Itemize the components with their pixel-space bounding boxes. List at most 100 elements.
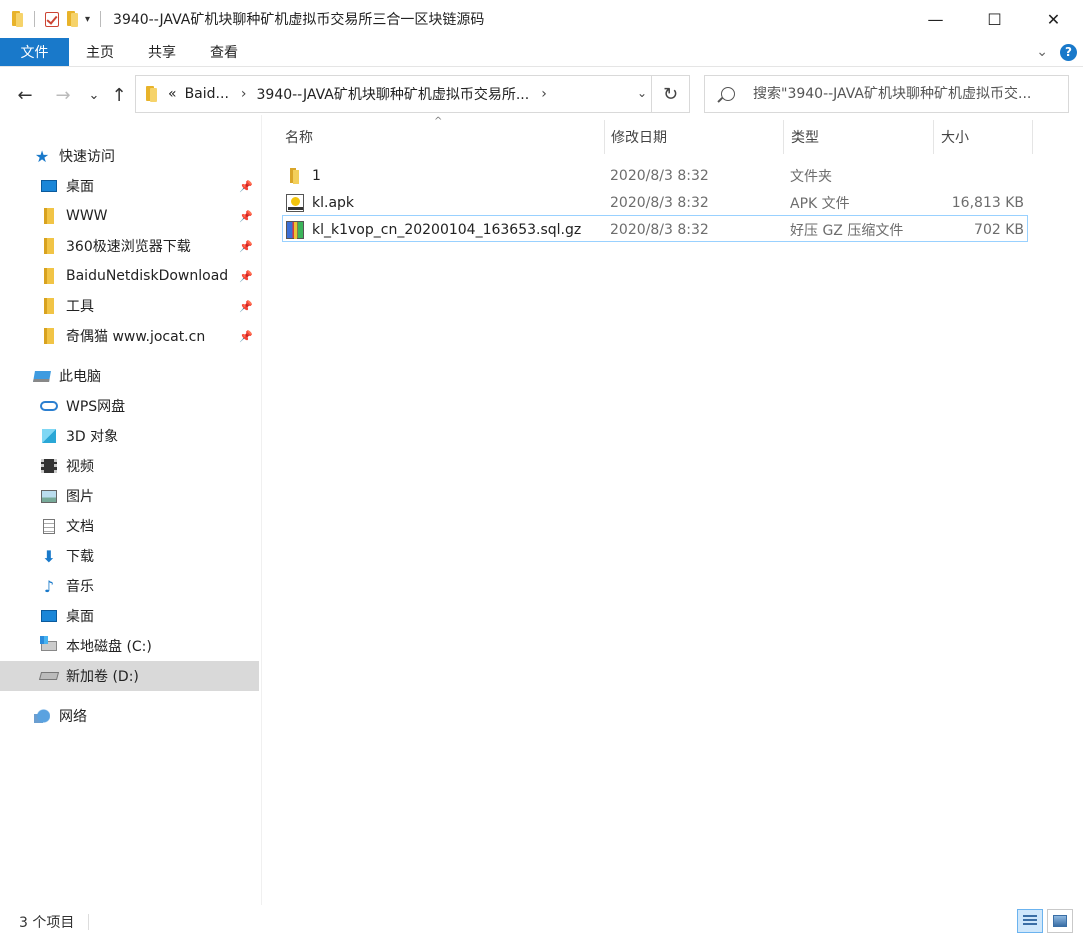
pin-icon: 📌 <box>239 299 253 313</box>
customize-toolbar-icon[interactable]: ▾ <box>85 14 90 25</box>
file-modified: 2020/8/3 8:32 <box>610 194 709 211</box>
window-controls: — ☐ ✕ <box>906 0 1083 38</box>
column-header-type[interactable]: 类型 <box>791 120 931 154</box>
nav-item-baidu-netdisk[interactable]: BaiduNetdiskDownload 📌 <box>0 261 259 291</box>
nav-item-360-downloads[interactable]: 360极速浏览器下载 📌 <box>0 231 259 261</box>
desktop-icon <box>41 610 57 622</box>
nav-item-desktop-pc[interactable]: 桌面 <box>0 601 259 631</box>
breadcrumb-separator-icon[interactable]: › <box>541 86 547 102</box>
address-overflow[interactable]: « <box>168 86 177 102</box>
expand-ribbon-icon[interactable]: ⌄ <box>1036 44 1048 60</box>
drive-icon <box>38 672 60 680</box>
nav-item-pictures[interactable]: 图片 <box>0 481 259 511</box>
column-divider[interactable] <box>933 120 934 154</box>
file-name-cell: kl_k1vop_cn_20200104_163653.sql.gz <box>286 216 606 243</box>
cube-icon <box>42 429 56 443</box>
maximize-button[interactable]: ☐ <box>965 0 1024 38</box>
column-header-size[interactable]: 大小 <box>941 120 1031 154</box>
ribbon-right: ⌄ ? <box>1036 38 1083 66</box>
folder-icon <box>44 208 54 224</box>
up-button[interactable]: ↑ <box>108 83 130 107</box>
breadcrumb-separator-icon[interactable]: › <box>241 86 247 102</box>
divider <box>100 11 102 27</box>
search-icon <box>721 87 735 101</box>
navigation-bar: ← → ⌄ ↑ « Baid... › 3940--JAVA矿机块聊种矿机虚拟币… <box>0 75 1083 115</box>
music-note-icon: ♪ <box>43 576 55 596</box>
folder-icon <box>44 238 54 254</box>
column-divider[interactable] <box>604 120 605 154</box>
nav-item-tools[interactable]: 工具 📌 <box>0 291 259 321</box>
folder-icon[interactable] <box>10 11 24 27</box>
folder-icon <box>44 268 54 284</box>
tab-view[interactable]: 查看 <box>193 38 255 66</box>
details-view-button[interactable] <box>1017 909 1043 933</box>
file-type: 好压 GZ 压缩文件 <box>790 222 904 239</box>
file-row[interactable]: kl.apk 2020/8/3 8:32 APK 文件 16,813 KB <box>282 189 1028 216</box>
file-row-selected[interactable]: kl_k1vop_cn_20200104_163653.sql.gz 2020/… <box>282 215 1028 242</box>
file-row[interactable]: 1 2020/8/3 8:32 文件夹 <box>282 162 1028 189</box>
breadcrumb-baidu[interactable]: Baid... <box>185 86 229 102</box>
archive-file-icon <box>286 220 304 239</box>
pin-icon: 📌 <box>239 179 253 193</box>
nav-item-drive-c[interactable]: 本地磁盘 (C:) <box>0 631 259 661</box>
file-size: 16,813 KB <box>951 194 1024 211</box>
nav-item-drive-d[interactable]: 新加卷 (D:) <box>0 661 259 691</box>
minimize-button[interactable]: — <box>906 0 965 38</box>
new-folder-icon[interactable] <box>65 11 79 27</box>
network-icon <box>34 709 50 723</box>
column-header-modified[interactable]: 修改日期 <box>611 120 781 154</box>
nav-quick-access[interactable]: ★ 快速访问 <box>0 141 259 171</box>
nav-this-pc[interactable]: 此电脑 <box>0 361 259 391</box>
nav-item-videos[interactable]: 视频 <box>0 451 259 481</box>
address-bar[interactable]: « Baid... › 3940--JAVA矿机块聊种矿机虚拟币交易所... ›… <box>135 75 690 113</box>
file-name-cell: 1 <box>286 162 606 189</box>
forward-button[interactable]: → <box>52 83 74 107</box>
drive-icon <box>40 636 57 651</box>
help-icon[interactable]: ? <box>1060 43 1077 61</box>
nav-item-jocat[interactable]: 奇偶猫 www.jocat.cn 📌 <box>0 321 259 351</box>
ribbon-tabs: 文件 主页 共享 查看 ⌄ ? <box>0 38 1083 67</box>
cloud-icon <box>40 401 58 411</box>
folder-icon <box>44 298 54 314</box>
large-icons-view-button[interactable] <box>1047 909 1073 933</box>
file-type: 文件夹 <box>790 168 832 185</box>
breadcrumb-current[interactable]: 3940--JAVA矿机块聊种矿机虚拟币交易所... <box>257 84 530 104</box>
file-size <box>932 162 1024 189</box>
divider <box>88 914 89 930</box>
column-header-name[interactable]: 名称 <box>285 120 605 154</box>
close-button[interactable]: ✕ <box>1024 0 1083 38</box>
quick-access-toolbar: ▾ <box>0 11 105 27</box>
tab-share[interactable]: 共享 <box>131 38 193 66</box>
refresh-button[interactable]: ↻ <box>651 76 689 112</box>
pin-icon: 📌 <box>239 209 253 223</box>
navigation-pane: ★ 快速访问 桌面 📌 WWW 📌 360极速浏览器下载 📌 BaiduNetd… <box>0 130 260 900</box>
title-bar: ▾ 3940--JAVA矿机块聊种矿机虚拟币交易所三合一区块链源码 — ☐ ✕ <box>0 0 1083 38</box>
nav-item-wps-drive[interactable]: WPS网盘 <box>0 391 259 421</box>
file-modified: 2020/8/3 8:32 <box>610 221 709 238</box>
file-size: 702 KB <box>974 221 1024 238</box>
tab-file[interactable]: 文件 <box>0 38 69 66</box>
folder-icon <box>286 167 304 185</box>
nav-item-desktop[interactable]: 桌面 📌 <box>0 171 259 201</box>
column-divider[interactable] <box>1032 120 1033 154</box>
search-box[interactable] <box>704 75 1069 113</box>
view-toggle <box>1017 909 1073 933</box>
properties-icon[interactable] <box>45 11 59 27</box>
nav-item-downloads[interactable]: ⬇ 下载 <box>0 541 259 571</box>
search-input[interactable] <box>753 86 1053 102</box>
back-button[interactable]: ← <box>14 83 36 107</box>
apk-file-icon <box>286 193 304 212</box>
address-dropdown-icon[interactable]: ⌄ <box>637 86 647 100</box>
pane-divider[interactable] <box>261 115 262 905</box>
pin-icon: 📌 <box>239 239 253 253</box>
nav-item-3d-objects[interactable]: 3D 对象 <box>0 421 259 451</box>
nav-item-documents[interactable]: 文档 <box>0 511 259 541</box>
tab-home[interactable]: 主页 <box>69 38 131 66</box>
computer-icon <box>33 370 51 382</box>
nav-item-music[interactable]: ♪ 音乐 <box>0 571 259 601</box>
column-divider[interactable] <box>783 120 784 154</box>
nav-network[interactable]: 网络 <box>0 701 259 731</box>
file-name-cell: kl.apk <box>286 189 606 216</box>
recent-locations-button[interactable]: ⌄ <box>86 83 102 107</box>
nav-item-www[interactable]: WWW 📌 <box>0 201 259 231</box>
